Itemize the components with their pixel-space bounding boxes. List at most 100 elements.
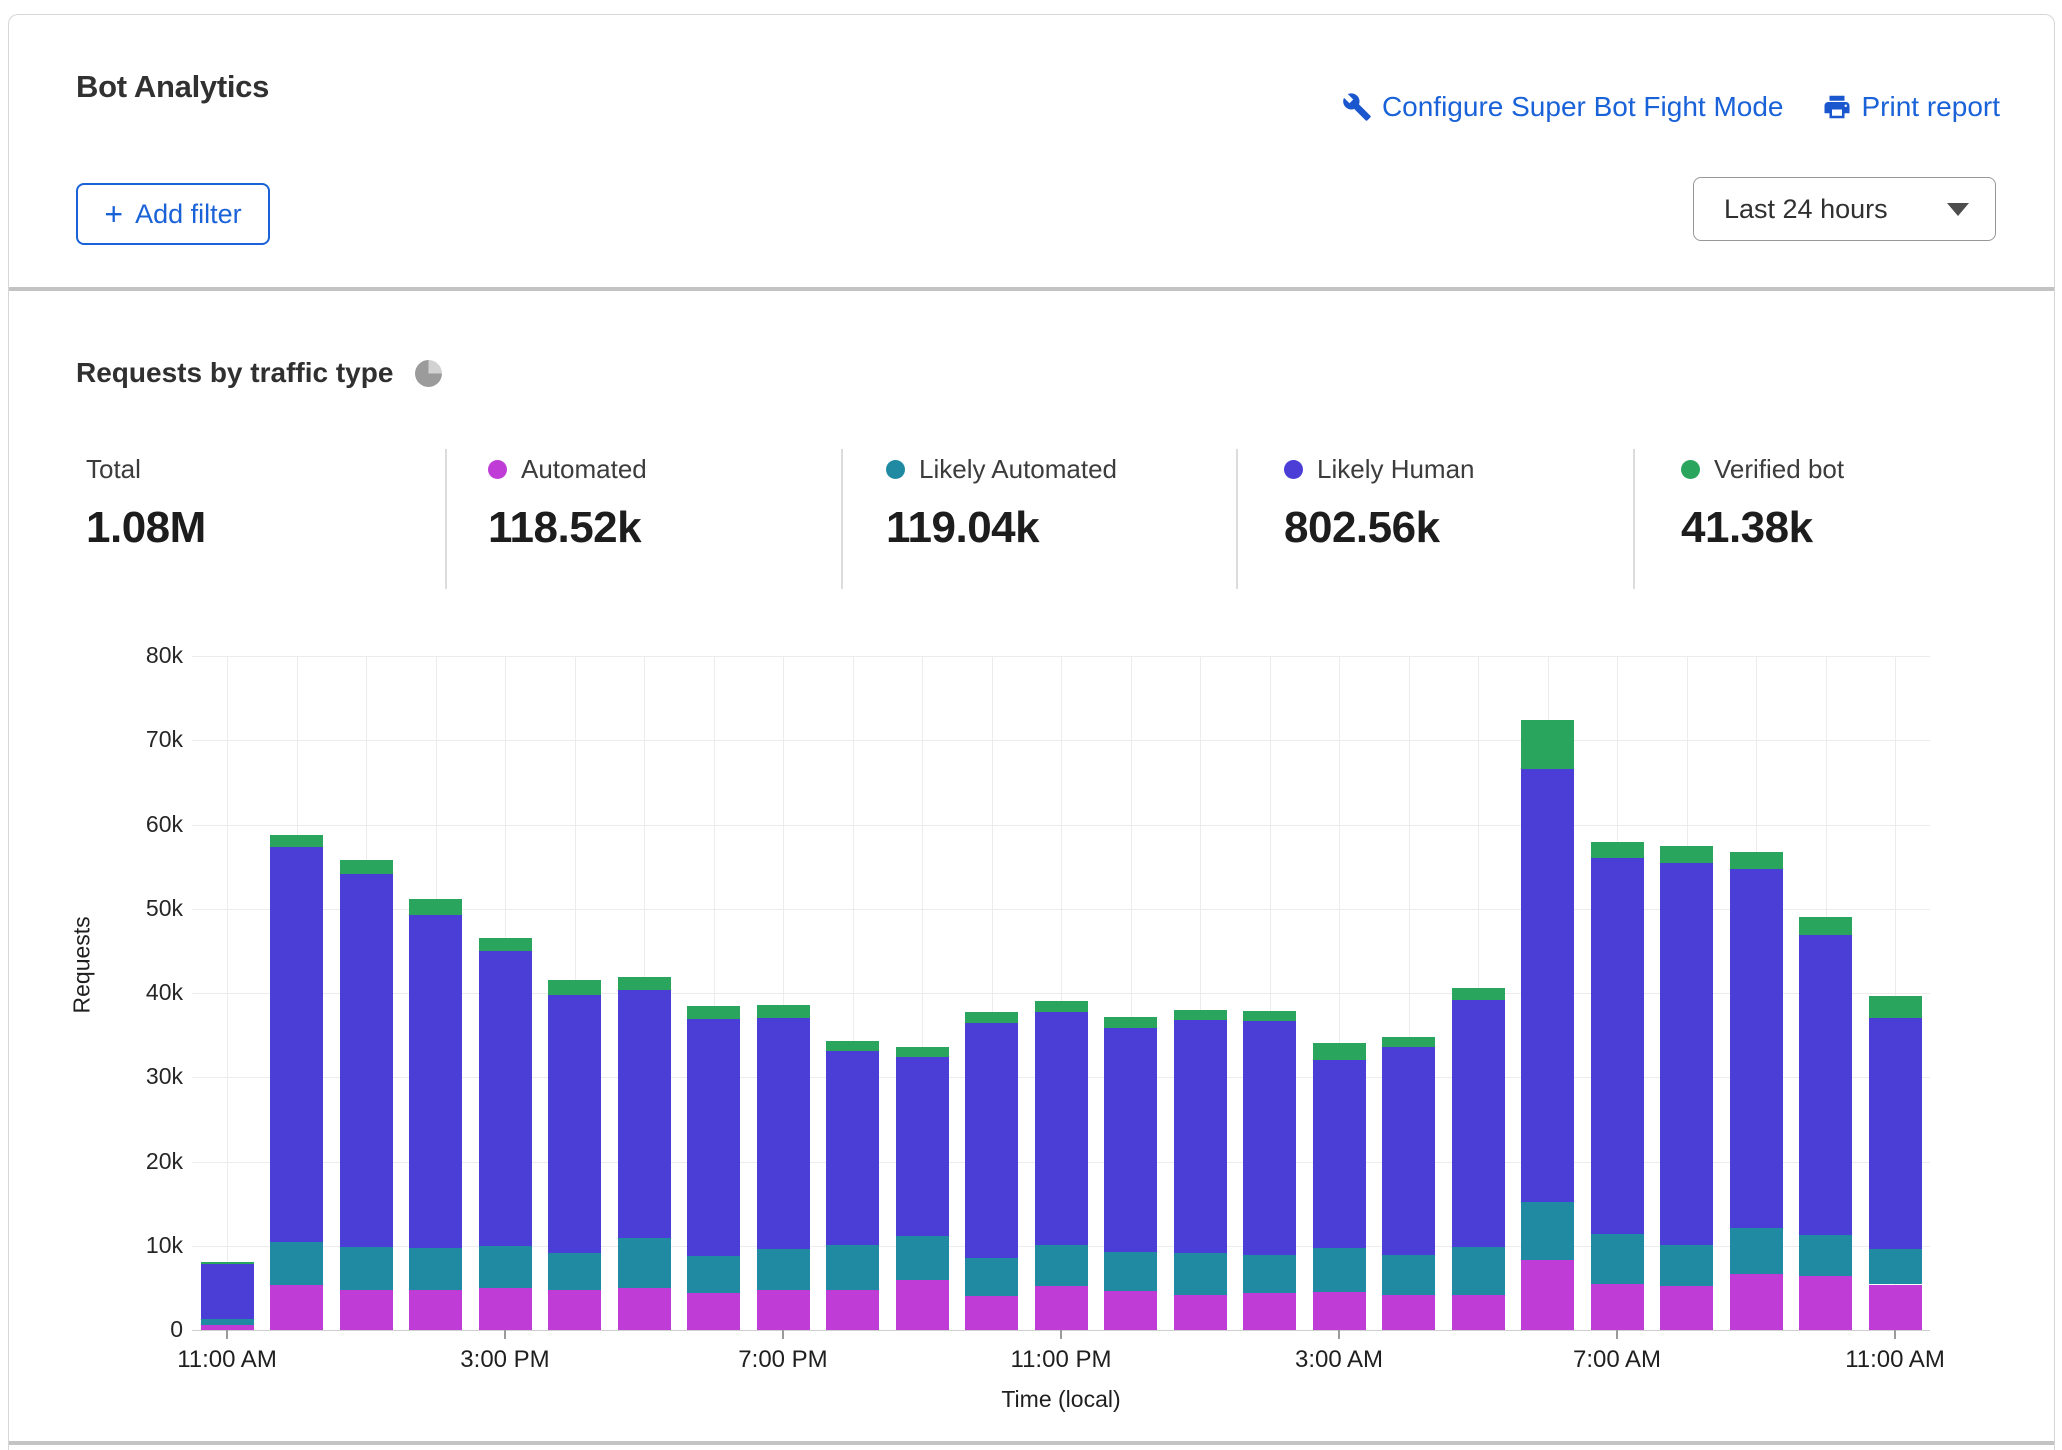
bar-segment	[1730, 1228, 1783, 1274]
bar-segment	[687, 1019, 740, 1256]
bar-segment	[965, 1012, 1018, 1024]
stat-likely-human-label: Likely Human	[1317, 453, 1475, 484]
stat-likely-human-value: 802.56k	[1284, 503, 1440, 552]
stat-verified-bot-value: 41.38k	[1681, 503, 1813, 552]
bar-segment	[1104, 1252, 1157, 1292]
y-tick-label: 0	[170, 1316, 183, 1342]
automated-dot-icon	[488, 459, 507, 479]
bar-segment	[1452, 1247, 1505, 1295]
bar-segment	[409, 1290, 462, 1330]
bar-segment	[201, 1264, 254, 1320]
y-tick-label: 20k	[145, 1147, 183, 1174]
bar-segment	[1869, 996, 1922, 1019]
time-range-value: Last 24 hours	[1724, 193, 1888, 224]
stat-total-value: 1.08M	[86, 503, 206, 552]
bar-segment	[1730, 1273, 1783, 1330]
bar-segment	[1452, 987, 1505, 1000]
stat-separator	[1236, 449, 1238, 589]
bar-segment	[1799, 934, 1852, 1235]
add-filter-button[interactable]: + Add filter	[76, 183, 270, 245]
y-tick-label: 10k	[145, 1231, 183, 1258]
x-tick-label: 3:00 AM	[1294, 1346, 1384, 1373]
bar-segment	[1243, 1255, 1296, 1293]
bar-segment	[270, 1284, 323, 1330]
y-tick-label: 50k	[145, 894, 183, 921]
bar-segment	[479, 938, 532, 951]
stat-likely-automated-value: 119.04k	[886, 503, 1040, 552]
bar-segment	[618, 1238, 671, 1288]
likely-automated-dot-icon	[886, 459, 905, 479]
bar-segment	[1660, 846, 1713, 864]
section-title: Requests by traffic type	[76, 357, 394, 388]
time-range-dropdown[interactable]: Last 24 hours	[1693, 177, 1996, 241]
bar-segment	[826, 1290, 879, 1330]
stat-verified-bot: Verified bot 41.38k	[1681, 453, 1844, 553]
x-tick-mark	[1060, 1330, 1062, 1339]
x-tick-mark	[782, 1330, 784, 1339]
bar-segment	[409, 898, 462, 915]
add-filter-label: Add filter	[135, 198, 242, 229]
x-axis-title: Time (local)	[1001, 1386, 1121, 1412]
bar-segment	[1799, 1276, 1852, 1330]
bar-segment	[757, 1249, 810, 1290]
stat-likely-human: Likely Human 802.56k	[1284, 453, 1475, 553]
bar-segment	[340, 859, 393, 875]
bar-segment	[1452, 999, 1505, 1248]
bar-segment	[896, 1280, 949, 1330]
bar-segment	[548, 1290, 601, 1330]
bar-segment	[1521, 1260, 1574, 1330]
bar-segment	[1174, 1009, 1227, 1020]
bar-segment	[1869, 1284, 1922, 1330]
bar-segment	[1035, 1286, 1088, 1330]
x-tick-label: 7:00 PM	[738, 1346, 828, 1373]
configure-super-bot-fight-mode-link[interactable]: Configure Super Bot Fight Mode	[1342, 91, 1784, 123]
bar-segment	[1521, 1201, 1574, 1261]
stat-separator	[841, 449, 843, 589]
x-tick-mark	[1894, 1330, 1896, 1339]
bar-segment	[548, 1253, 601, 1291]
y-tick-label: 80k	[145, 642, 183, 668]
x-tick-label: 11:00 AM	[1845, 1346, 1945, 1373]
y-tick-label: 40k	[145, 979, 183, 1005]
bar-segment	[1660, 1244, 1713, 1287]
stat-likely-automated-label: Likely Automated	[919, 453, 1118, 484]
x-tick-label: 7:00 AM	[1572, 1346, 1662, 1373]
bar-segment	[618, 976, 671, 991]
bar-segment	[1730, 869, 1783, 1229]
bar-segment	[270, 847, 323, 1243]
bar-segment	[1382, 1036, 1435, 1047]
bar-segment	[1174, 1294, 1227, 1330]
y-tick-label: 60k	[145, 810, 183, 837]
bar-segment	[1869, 1249, 1922, 1285]
bar-segment	[270, 1242, 323, 1285]
print-report-link[interactable]: Print report	[1822, 91, 2000, 123]
bar-segment	[1869, 1018, 1922, 1250]
printer-icon	[1824, 95, 1849, 119]
bar-segment	[757, 1004, 810, 1019]
stat-total-label: Total	[86, 453, 141, 484]
bar-segment	[826, 1244, 879, 1291]
bar-segment	[618, 990, 671, 1239]
bar-segment	[548, 980, 601, 995]
header-actions: Configure Super Bot Fight Mode Print rep…	[1342, 91, 2000, 123]
bar-segment	[1799, 1234, 1852, 1277]
wrench-icon	[1343, 93, 1371, 121]
bar-segment	[340, 1247, 393, 1290]
bar-segment	[1313, 1292, 1366, 1330]
bar-segment	[201, 1261, 254, 1265]
bar-segment	[965, 1257, 1018, 1297]
bar-segment	[1104, 1017, 1157, 1029]
bar-segment	[965, 1296, 1018, 1330]
bar-segment	[1382, 1295, 1435, 1330]
bar-segment	[409, 914, 462, 1249]
bar-segment	[896, 1236, 949, 1281]
bar-segment	[1452, 1294, 1505, 1330]
bar-segment	[1730, 852, 1783, 870]
y-tick-label: 30k	[145, 1063, 183, 1090]
bar-segment	[826, 1051, 879, 1245]
x-tick-mark	[1338, 1330, 1340, 1339]
bar-segment	[409, 1248, 462, 1291]
configure-link-label: Configure Super Bot Fight Mode	[1381, 91, 1784, 122]
likely-human-dot-icon	[1284, 459, 1303, 479]
page-title: Bot Analytics	[76, 69, 270, 104]
